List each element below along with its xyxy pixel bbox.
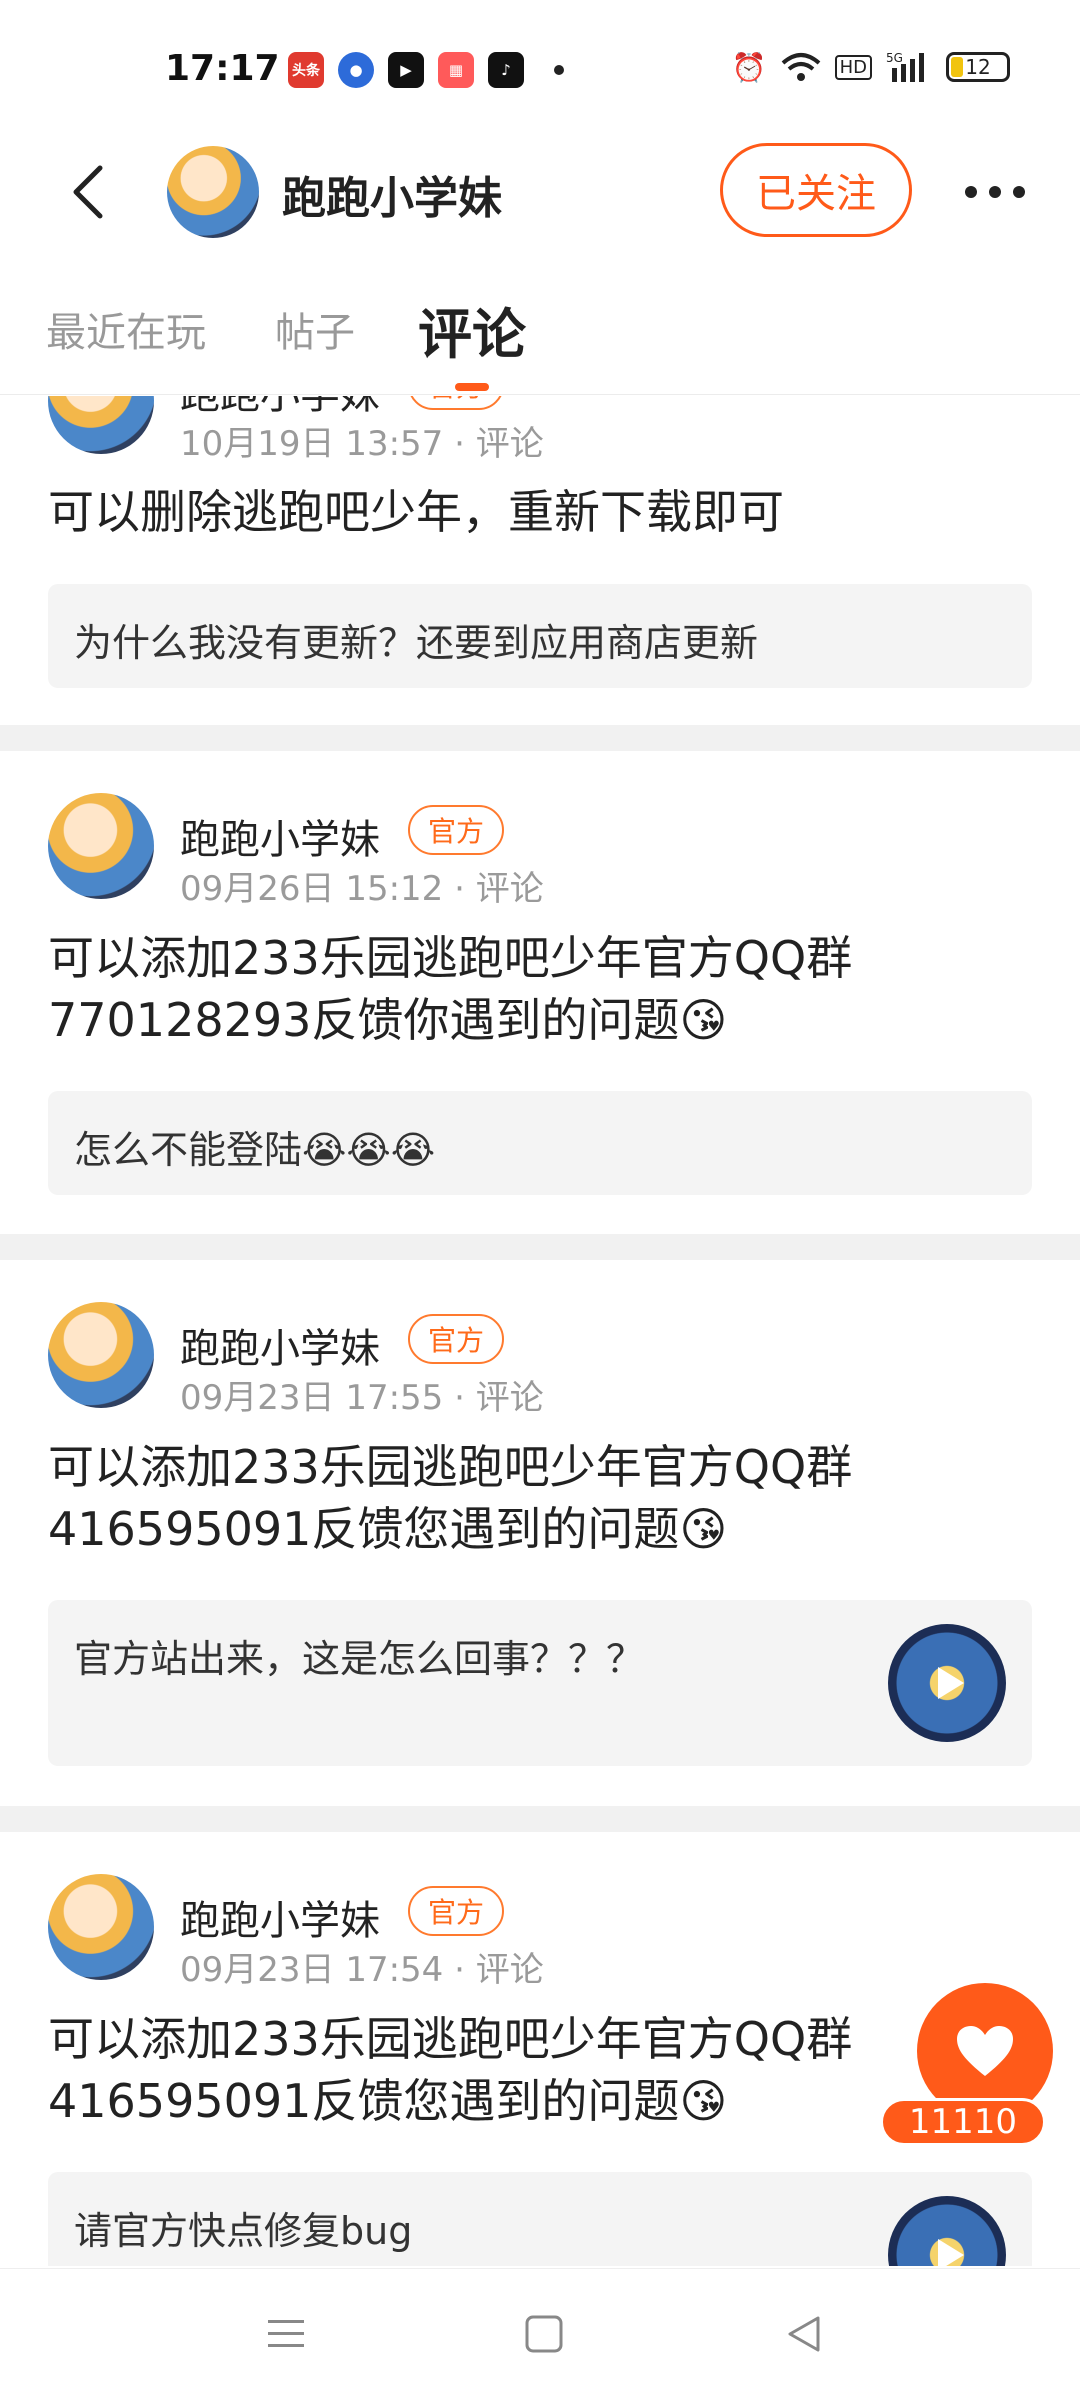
- play-icon: [938, 1667, 964, 1699]
- quoted-comment-text: 怎么不能登陆😭😭😭: [74, 1128, 436, 1172]
- tiktok-icon: ♪: [488, 52, 524, 88]
- battery-level: 12: [965, 55, 991, 79]
- comment-text: 可以添加233乐园逃跑吧少年官方QQ群416595091反馈您遇到的问题😘: [48, 1440, 853, 1556]
- divider: [0, 1806, 1080, 1832]
- comment-meta: 09月23日 17:55 · 评论: [180, 1378, 544, 1418]
- system-nav-bar: [0, 2268, 1080, 2400]
- home-square-icon: [525, 2315, 563, 2353]
- official-badge: 官方: [408, 396, 504, 410]
- tab-indicator: [455, 383, 489, 391]
- menu-icon: [268, 2320, 304, 2347]
- back-button[interactable]: [58, 162, 118, 222]
- official-badge: 官方: [408, 1886, 504, 1936]
- author-name: 跑跑小学妹: [180, 817, 380, 863]
- home-button[interactable]: [514, 2309, 574, 2359]
- comment-text: 可以添加233乐园逃跑吧少年官方QQ群770128293反馈你遇到的问题😘: [48, 931, 853, 1047]
- comment-text: 可以添加233乐园逃跑吧少年官方QQ群416595091反馈您遇到的问题😘: [48, 2012, 853, 2128]
- heart-icon: [957, 2026, 1013, 2076]
- quoted-comment-text: 请官方快点修复bug: [74, 2209, 413, 2253]
- status-bar: 17:17 头条 ● ▶ ▦ ♪ ⏰ HD 5G 12: [0, 0, 1080, 130]
- tab-bar: 最近在玩 帖子 评论: [0, 280, 1080, 395]
- system-icons: ⏰ HD 5G 12: [732, 50, 1010, 84]
- back-arrow-icon: [73, 165, 103, 219]
- comment-card[interactable]: 跑跑小学妹 官方 09月26日 15:12 · 评论 可以添加233乐园逃跑吧少…: [0, 751, 1080, 1231]
- avatar[interactable]: [48, 793, 154, 899]
- divider: [0, 1234, 1080, 1260]
- comment-text: 可以删除逃跑吧少年，重新下载即可: [48, 485, 784, 539]
- tab-recently-played[interactable]: 最近在玩: [46, 300, 206, 358]
- author-name: 跑跑小学妹: [180, 1898, 380, 1944]
- avatar[interactable]: [48, 1874, 154, 1980]
- comment-card[interactable]: 跑跑小学妹 官方 09月23日 17:55 · 评论 可以添加233乐园逃跑吧少…: [0, 1260, 1080, 1800]
- quoted-comment[interactable]: 为什么我没有更新？还要到应用商店更新: [48, 584, 1032, 688]
- wifi-icon: [781, 53, 820, 81]
- official-badge: 官方: [408, 805, 504, 855]
- quoted-comment-text: 官方站出来，这是怎么回事？？？: [74, 1637, 645, 1681]
- avatar[interactable]: [167, 146, 259, 238]
- back-triangle-icon: [788, 2316, 820, 2352]
- menu-button[interactable]: [256, 2309, 316, 2359]
- more-dots-icon: [965, 186, 1025, 198]
- tab-posts[interactable]: 帖子: [275, 300, 355, 358]
- follow-button[interactable]: 已关注: [720, 143, 912, 237]
- comment-meta: 09月26日 15:12 · 评论: [180, 869, 544, 909]
- play-icon: [938, 2239, 964, 2266]
- like-button[interactable]: 11110: [880, 1983, 1074, 2146]
- notification-icons: 头条 ● ▶ ▦ ♪: [288, 52, 564, 88]
- divider: [0, 725, 1080, 751]
- alarm-icon: ⏰: [731, 50, 767, 84]
- quoted-comment[interactable]: 官方站出来，这是怎么回事？？？: [48, 1600, 1032, 1766]
- more-notifications-icon: [554, 65, 564, 75]
- status-time: 17:17: [165, 48, 280, 89]
- profile-header: 跑跑小学妹 已关注: [0, 130, 1080, 255]
- app-grid-icon: ▦: [438, 52, 474, 88]
- profile-name: 跑跑小学妹: [282, 173, 502, 224]
- quoted-comment[interactable]: 请官方快点修复bug: [48, 2172, 1032, 2266]
- video-app-icon: ▶: [388, 52, 424, 88]
- baidu-map-icon: ●: [338, 52, 374, 88]
- more-options-button[interactable]: [955, 162, 1035, 222]
- official-badge: 官方: [408, 1314, 504, 1364]
- avatar[interactable]: [48, 1302, 154, 1408]
- hd-icon: HD: [834, 54, 872, 80]
- like-count: 11110: [880, 2098, 1046, 2146]
- back-nav-button[interactable]: [774, 2309, 834, 2359]
- comment-meta: 10月19日 13:57 · 评论: [180, 424, 544, 464]
- avatar[interactable]: [48, 396, 154, 454]
- video-thumbnail[interactable]: [888, 2196, 1006, 2266]
- comment-meta: 09月23日 17:54 · 评论: [180, 1950, 544, 1990]
- quoted-comment-text: 为什么我没有更新？还要到应用商店更新: [74, 621, 759, 665]
- battery-icon: 12: [946, 52, 1010, 82]
- svg-text:5G: 5G: [886, 51, 903, 65]
- signal-icon: 5G: [886, 51, 924, 82]
- author-name: 跑跑小学妹: [180, 1326, 380, 1372]
- quoted-comment[interactable]: 怎么不能登陆😭😭😭: [48, 1091, 1032, 1195]
- tab-comments[interactable]: 评论: [418, 290, 526, 369]
- toutiao-icon: 头条: [288, 52, 324, 88]
- video-thumbnail[interactable]: [888, 1624, 1006, 1742]
